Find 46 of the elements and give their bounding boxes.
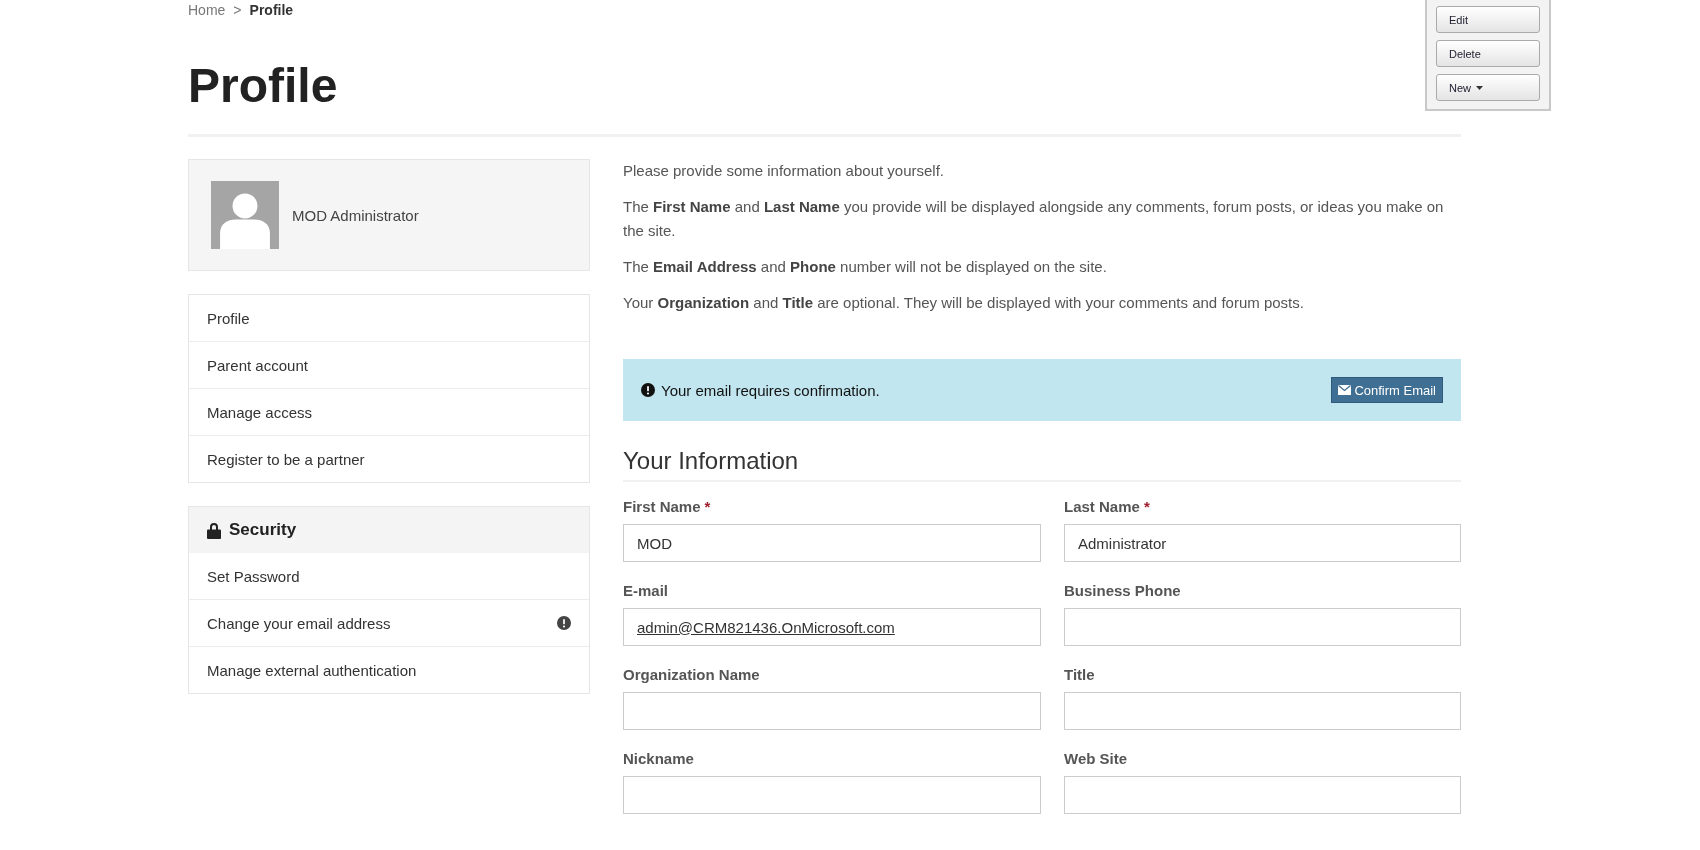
nav-item[interactable]: Profile [189, 295, 589, 341]
toolbar-button[interactable]: New [1436, 74, 1540, 101]
input-field[interactable] [1064, 776, 1461, 814]
alert-icon [641, 383, 655, 397]
breadcrumb-link[interactable]: Home [188, 2, 226, 18]
nav-item[interactable]: Register to be a partner [189, 435, 589, 482]
nav-item[interactable]: Parent account [189, 341, 589, 388]
alert-message: Your email requires confirmation. [661, 381, 880, 399]
input-field[interactable]: admin@CRM821436.OnMicrosoft.com [623, 608, 1041, 646]
field-label: Business Phone [1064, 582, 1181, 599]
intro-paragraph: Your Organization and Title are optional. They will be displayed with your comments and forum posts. [623, 293, 1305, 313]
user-name: MOD Administrator [292, 206, 419, 224]
required-mark: * [1143, 498, 1150, 515]
caret-icon [1476, 85, 1483, 90]
avatar-icon [211, 181, 279, 249]
input-field[interactable]: MOD [623, 524, 1041, 562]
toolbar-button[interactable]: Delete [1436, 40, 1540, 67]
field-label: E-mail [623, 582, 668, 599]
nav-item[interactable]: Set Password [189, 553, 589, 599]
input-field[interactable] [623, 692, 1041, 730]
intro-paragraph: Please provide some information about yourself. [623, 161, 945, 181]
lock-icon [207, 521, 221, 539]
field-label: Title [1064, 666, 1095, 683]
section-heading: Your Information [623, 447, 1461, 482]
intro-paragraph: The Email Address and Phone number will not be displayed on the site. [623, 257, 1108, 277]
input-field[interactable] [623, 776, 1041, 814]
breadcrumb-separator: > [233, 2, 242, 18]
input-field[interactable]: Administrator [1064, 524, 1461, 562]
alert-icon [557, 616, 571, 630]
field-label: First Name [623, 498, 701, 515]
toolbar-button[interactable]: Edit [1436, 6, 1540, 33]
input-field[interactable] [1064, 608, 1461, 646]
section-title: Security [229, 520, 297, 540]
nav-item[interactable]: Change your email address [189, 599, 589, 646]
confirm-email-button[interactable]: Confirm Email [1331, 377, 1443, 403]
required-mark: * [704, 498, 711, 515]
nav-item[interactable]: Manage access [189, 388, 589, 435]
intro-paragraph: The First Name and Last Name you provide will be displayed alongside any comments, forum posts, or ideas you make on the site. [623, 197, 1445, 241]
field-label: Last Name [1064, 498, 1140, 515]
nav-item[interactable]: Manage external authentication [189, 646, 589, 693]
field-label: Web Site [1064, 750, 1128, 767]
breadcrumb-link[interactable]: Profile [249, 2, 294, 18]
input-field[interactable] [1064, 692, 1461, 730]
field-label: Organization Name [623, 666, 760, 683]
envelope-icon [1338, 385, 1352, 395]
field-label: Nickname [623, 750, 694, 767]
